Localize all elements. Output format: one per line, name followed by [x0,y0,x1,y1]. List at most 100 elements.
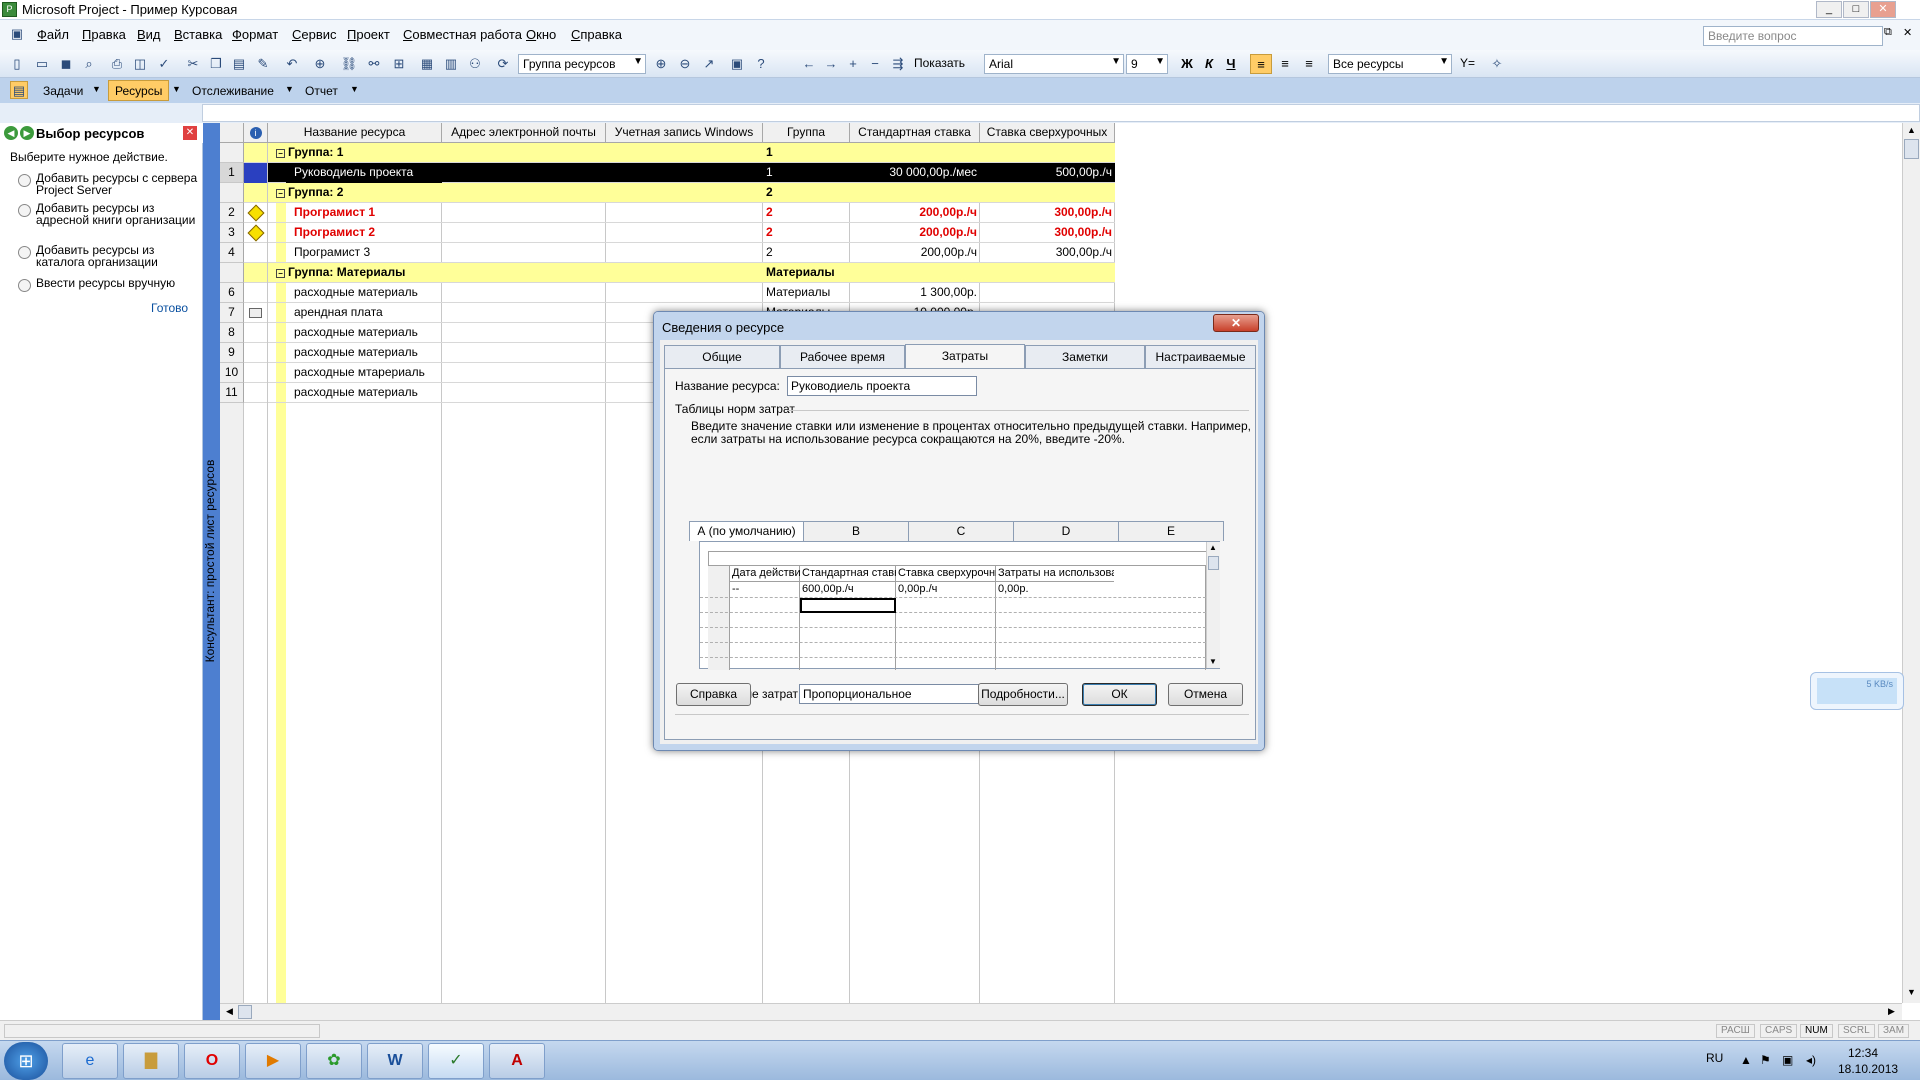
group-row[interactable]: − Группа: 2 2 [220,183,1115,203]
size-combo[interactable]: 9 ▼ [1126,54,1168,74]
font-combo[interactable]: Arial ▼ [984,54,1124,74]
link-icon[interactable]: ⛓ [340,55,358,73]
std-rate-cell[interactable] [850,143,980,163]
std-rate-cell[interactable] [850,183,980,203]
clock-date[interactable]: 18.10.2013 [1838,1062,1898,1076]
table-row[interactable]: 6 расходные материаль Материалы 1 300,00р. [220,283,1115,303]
help-button[interactable]: Справка [676,683,751,706]
flag-icon[interactable]: ⚑ [1760,1053,1771,1067]
std-rate-cell[interactable]: 200,00р./ч [850,223,980,243]
ot-rate-cell[interactable] [980,143,1115,163]
copy-icon[interactable]: ❐ [207,55,225,73]
save-icon[interactable]: ◼ [57,55,75,73]
guide-icon[interactable]: ▤ [10,81,28,99]
row-id[interactable]: 2 [220,203,244,223]
resource-name-cell[interactable]: расходные мтарериаль [286,363,442,383]
menu-format[interactable]: Формат [232,27,278,42]
header-email[interactable]: Адрес электронной почты [442,123,606,143]
publish-icon[interactable]: ⟳ [494,55,512,73]
ie-icon[interactable]: e [62,1043,118,1079]
collapse-icon[interactable]: − [276,189,285,198]
entry-input[interactable] [202,104,1920,122]
autofilter-icon[interactable]: Y= [1460,56,1475,70]
horizontal-scrollbar[interactable]: ◀ ▶ [220,1003,1902,1020]
table-row[interactable]: 3 Програмист 2 2 200,00р./ч 300,00р./ч [220,223,1115,243]
option-project-server[interactable]: Добавить ресурсы с сервера Project Serve… [18,172,203,196]
collapse-icon[interactable]: − [276,269,285,278]
rate-cell-use[interactable]: 0,00р. [996,583,1031,596]
resource-name-cell[interactable]: арендная плата [286,303,442,323]
search-icon[interactable]: ⌕ [80,55,98,73]
rate-cell-ot[interactable]: 0,00р./ч [896,583,939,596]
row-id[interactable]: 3 [220,223,244,243]
row-id[interactable] [220,263,244,283]
rate-tab-a[interactable]: А (по умолчанию) [689,521,804,541]
ask-question-input[interactable]: Введите вопрос [1703,26,1883,46]
scroll-down-icon[interactable]: ▼ [1209,657,1217,666]
resource-name-cell[interactable]: Програмист 2 [286,223,442,243]
tab-custom-fields[interactable]: Настраиваемые поля [1145,345,1256,386]
std-rate-cell[interactable] [850,263,980,283]
std-rate-cell[interactable]: 200,00р./ч [850,203,980,223]
italic-button[interactable]: К [1198,54,1220,74]
opera-icon[interactable]: O [184,1043,240,1079]
ot-rate-cell[interactable] [980,183,1115,203]
wizard-icon[interactable]: ✧ [1488,55,1506,73]
rate-table-scrollbar[interactable]: ▲ ▼ [1206,542,1220,668]
menu-tools[interactable]: Сервис [292,27,337,42]
minus-icon[interactable]: − [866,55,884,73]
volume-icon[interactable]: ◂) [1806,1053,1816,1067]
tracking-view-button[interactable]: Отслеживание [185,80,281,101]
option-manual[interactable]: Ввести ресурсы вручную [18,277,203,292]
preview-icon[interactable]: ◫ [131,55,149,73]
menu-file[interactable]: Файл [37,27,69,42]
cancel-button[interactable]: Отмена [1168,683,1243,706]
word-icon[interactable]: W [367,1043,423,1079]
plus-icon[interactable]: + [844,55,862,73]
tasks-view-button[interactable]: Задачи [36,80,90,101]
filter-combo[interactable]: Все ресурсы ▼ [1328,54,1452,74]
arrow-up-icon[interactable]: ▲ [1740,1053,1752,1067]
language-indicator[interactable]: RU [1706,1051,1723,1065]
radio-icon[interactable] [18,246,31,259]
new-icon[interactable]: ▯ [8,55,26,73]
group-name-cell[interactable]: − Группа: Материалы [276,263,442,283]
resource-name-cell[interactable]: расходные материаль [286,323,442,343]
group-cell[interactable]: 2 [763,183,850,203]
header-std-rate[interactable]: Стандартная ставка [850,123,980,143]
unlink-icon[interactable]: ⚯ [365,55,383,73]
resource-name-cell[interactable]: Програмист 1 [286,203,442,223]
chevron-down-icon[interactable]: ▼ [172,84,181,94]
align-right-icon[interactable]: ≡ [1298,54,1320,74]
close-icon[interactable]: ✕ [183,126,197,140]
explorer-icon[interactable]: ▇ [123,1043,179,1079]
rate-tab-e[interactable]: E [1119,521,1224,541]
group-cell[interactable]: 1 [763,163,850,183]
chevron-down-icon[interactable]: ▼ [285,84,294,94]
row-id[interactable]: 8 [220,323,244,343]
doc-restore-button[interactable]: ⧉ [1884,26,1892,39]
ot-rate-cell[interactable]: 500,00р./ч [980,163,1115,183]
group-cell[interactable]: 1 [763,143,850,163]
open-icon[interactable]: ▭ [33,55,51,73]
scroll-right-icon[interactable]: ▶ [1884,1004,1899,1019]
resource-name-cell[interactable]: расходные материаль [286,283,442,303]
header-name[interactable]: Название ресурса [268,123,442,143]
network-widget[interactable]: 5 KB/s [1810,672,1904,710]
group-cell[interactable]: Материалы [763,283,850,303]
group-row[interactable]: − Группа: Материалы Материалы [220,263,1115,283]
document-icon[interactable]: ▣ [8,25,26,43]
scroll-thumb[interactable] [238,1005,252,1019]
scroll-left-icon[interactable]: ◀ [222,1004,237,1019]
resources-view-button[interactable]: Ресурсы [108,80,170,101]
menu-edit[interactable]: Правка [82,27,126,42]
resource-name-field[interactable]: Руководиель проекта [787,376,977,396]
option-address-book[interactable]: Добавить ресурсы из адресной книги орган… [18,202,203,226]
report-view-button[interactable]: Отчет [298,80,345,101]
menu-project[interactable]: Проект [347,27,390,42]
outline-icon[interactable]: ⇶ [889,55,907,73]
group-name-cell[interactable]: − Группа: 1 [276,143,442,163]
paste-icon[interactable]: ▤ [230,55,248,73]
row-id[interactable]: 9 [220,343,244,363]
doc-close-button[interactable]: ✕ [1903,26,1912,39]
